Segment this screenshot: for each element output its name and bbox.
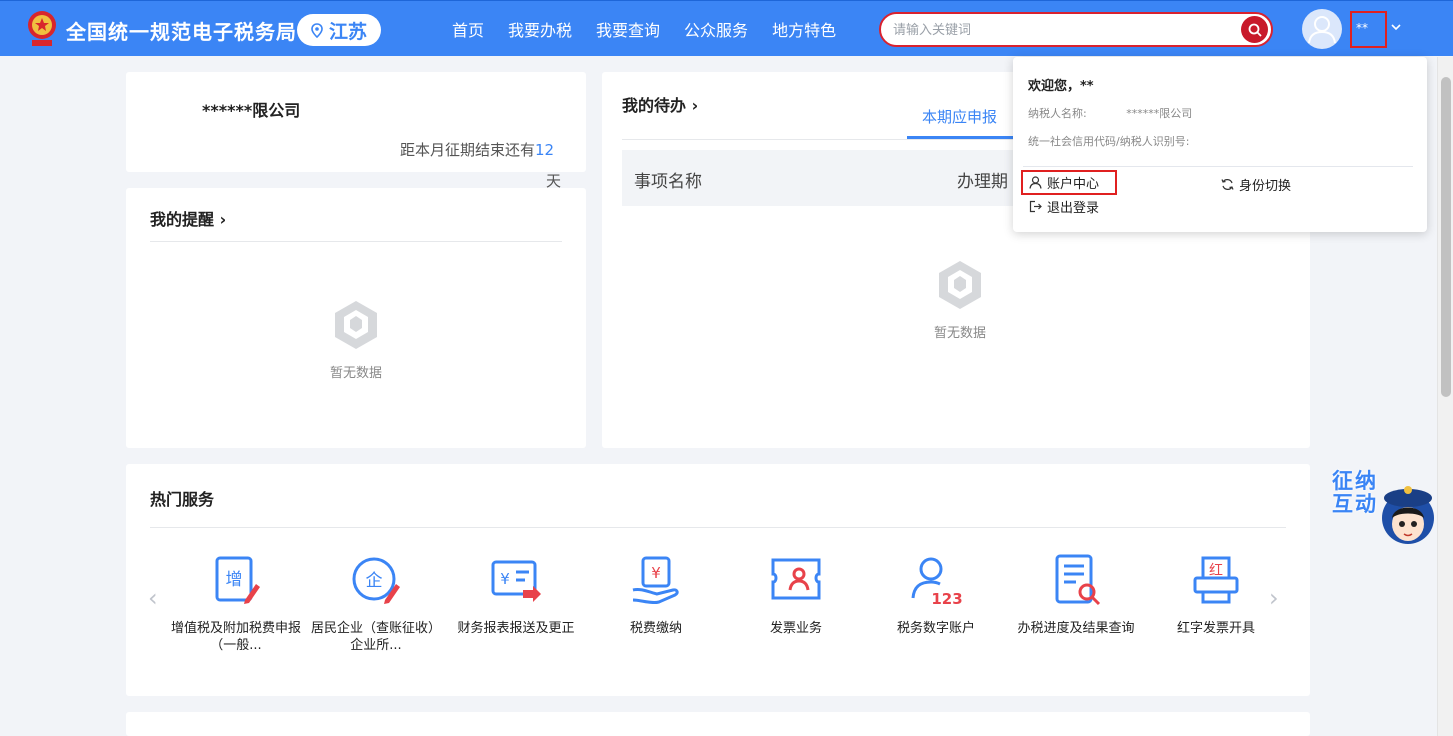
user-avatar-icon bbox=[1308, 16, 1336, 44]
region-label: 江苏 bbox=[328, 20, 367, 43]
vat-declaration-icon: 增 bbox=[215, 556, 260, 604]
nav-public-service[interactable]: 公众服务 bbox=[684, 17, 748, 41]
user-icon bbox=[1029, 176, 1042, 189]
digital-account-icon: 123 bbox=[911, 557, 963, 608]
tab-current-declaration[interactable]: 本期应申报 bbox=[922, 106, 997, 127]
search-box bbox=[879, 12, 1273, 47]
deadline-prefix: 距本月征期结束还有 bbox=[400, 141, 536, 159]
column-deadline: 办理期 bbox=[957, 172, 1008, 192]
service-label: 居民企业（查账征收）企业所... bbox=[310, 621, 441, 653]
hot-services-card: 热门服务 ‹ › 增 增值税及附加税费申报（一般... 企 居民企业（查账征收）… bbox=[126, 464, 1310, 696]
taxpayer-name-row: 纳税人名称: ******限公司 bbox=[1028, 105, 1192, 121]
scrollbar-thumb[interactable] bbox=[1441, 77, 1451, 397]
chevron-down-icon[interactable] bbox=[1390, 23, 1402, 31]
nav-local-features[interactable]: 地方特色 bbox=[772, 17, 836, 41]
service-label: 税费缴纳 bbox=[629, 621, 682, 636]
empty-box-icon bbox=[335, 301, 377, 349]
page-scrollbar[interactable] bbox=[1437, 57, 1453, 736]
logout-label: 退出登录 bbox=[1047, 201, 1100, 216]
account-center-link[interactable]: 账户中心 bbox=[1021, 170, 1117, 195]
taxpayer-name-label: 纳税人名称: bbox=[1028, 107, 1087, 120]
region-selector[interactable]: 江苏 bbox=[297, 14, 381, 46]
reminders-card: 我的提醒 › 暂无数据 bbox=[126, 188, 586, 448]
service-label: 办税进度及结果查询 bbox=[1017, 621, 1135, 636]
carousel-prev-arrow[interactable]: ‹ bbox=[148, 584, 158, 612]
company-card: ******限公司 距本月征期结束还有12 bbox=[126, 72, 586, 172]
enterprise-tax-icon: 企 bbox=[352, 557, 400, 604]
red-invoice-icon: 红 bbox=[1193, 556, 1239, 604]
service-tax-payment[interactable]: ¥ 税费缴纳 bbox=[586, 554, 726, 637]
hot-services-list: 增 增值税及附加税费申报（一般... 企 居民企业（查账征收）企业所... ¥ … bbox=[166, 554, 1296, 664]
service-enterprise-tax[interactable]: 企 居民企业（查账征收）企业所... bbox=[306, 554, 446, 654]
taxpayer-name-value: ******限公司 bbox=[1126, 107, 1193, 120]
service-label: 红字发票开具 bbox=[1176, 621, 1255, 636]
top-header: 全国统一规范电子税务局 江苏 首页 我要办税 我要查询 公众服务 地方特色 ** bbox=[0, 0, 1453, 56]
reminders-empty-state: 暂无数据 bbox=[306, 298, 406, 381]
dropdown-divider bbox=[1023, 166, 1413, 167]
todo-table-header: 事项名称 办理期 bbox=[622, 150, 1022, 206]
deadline-text: 距本月征期结束还有12 bbox=[400, 139, 554, 160]
logout-link[interactable]: 退出登录 bbox=[1029, 197, 1099, 216]
service-label: 财务报表报送及更正 bbox=[457, 621, 575, 636]
empty-box-icon bbox=[939, 261, 981, 309]
service-progress-query[interactable]: 办税进度及结果查询 bbox=[1006, 554, 1146, 637]
todo-empty-state: 暂无数据 bbox=[910, 258, 1010, 341]
refresh-icon bbox=[1221, 179, 1234, 190]
svg-text:¥: ¥ bbox=[500, 570, 510, 588]
active-tab-indicator bbox=[907, 136, 1017, 139]
svg-text:¥: ¥ bbox=[651, 564, 661, 582]
todo-empty-text: 暂无数据 bbox=[933, 326, 986, 341]
service-red-invoice[interactable]: 红 红字发票开具 bbox=[1146, 554, 1286, 637]
location-pin-icon bbox=[311, 22, 323, 38]
hot-services-divider bbox=[150, 527, 1286, 528]
svg-text:企: 企 bbox=[366, 571, 383, 591]
switch-identity-link[interactable]: 身份切换 bbox=[1221, 175, 1291, 194]
user-avatar[interactable] bbox=[1302, 9, 1342, 49]
service-digital-account[interactable]: 123 税务数字账户 bbox=[866, 554, 1006, 637]
search-icon bbox=[1248, 23, 1262, 37]
financial-report-icon: ¥ bbox=[491, 560, 541, 602]
company-name: ******限公司 bbox=[202, 101, 301, 120]
service-financial-report[interactable]: ¥ 财务报表报送及更正 bbox=[446, 554, 586, 637]
service-vat-declaration[interactable]: 增 增值税及附加税费申报（一般... bbox=[166, 554, 306, 654]
chevron-right-icon: › bbox=[691, 96, 699, 115]
main-nav: 首页 我要办税 我要查询 公众服务 地方特色 bbox=[440, 1, 848, 57]
column-item-name: 事项名称 bbox=[634, 172, 702, 192]
nav-query[interactable]: 我要查询 bbox=[596, 17, 660, 41]
tax-payment-icon: ¥ bbox=[632, 556, 679, 605]
logout-icon bbox=[1029, 200, 1042, 213]
account-center-label: 账户中心 bbox=[1047, 177, 1100, 192]
tax-emblem-logo[interactable] bbox=[24, 9, 60, 49]
nav-do-tax[interactable]: 我要办税 bbox=[508, 17, 572, 41]
reminders-divider bbox=[150, 241, 562, 242]
todo-title[interactable]: 我的待办 › bbox=[622, 92, 698, 116]
search-input[interactable] bbox=[893, 20, 1223, 40]
service-label: 发票业务 bbox=[769, 621, 822, 636]
svg-text:123: 123 bbox=[931, 590, 962, 608]
search-button[interactable] bbox=[1241, 16, 1268, 43]
deadline-days: 12 bbox=[535, 141, 555, 159]
user-name-menu[interactable]: ** bbox=[1350, 11, 1387, 48]
service-invoice[interactable]: 发票业务 bbox=[726, 554, 866, 637]
nav-home[interactable]: 首页 bbox=[452, 17, 484, 41]
svg-text:增: 增 bbox=[226, 570, 243, 590]
assistant-label: 征纳互动 bbox=[1332, 469, 1378, 516]
switch-identity-label: 身份切换 bbox=[1239, 179, 1292, 194]
invoice-icon bbox=[771, 558, 821, 600]
service-label: 税务数字账户 bbox=[896, 621, 975, 636]
user-dropdown-menu: 欢迎您，** 纳税人名称: ******限公司 统一社会信用代码/纳税人识别号:… bbox=[1013, 57, 1427, 232]
site-title[interactable]: 全国统一规范电子税务局 bbox=[66, 16, 297, 45]
credit-code-label: 统一社会信用代码/纳税人识别号: bbox=[1028, 135, 1190, 148]
reminders-title-text: 我的提醒 bbox=[150, 210, 215, 229]
next-section-card bbox=[126, 712, 1310, 736]
hot-services-title: 热门服务 bbox=[150, 490, 215, 509]
welcome-text: 欢迎您，** bbox=[1028, 79, 1094, 94]
chevron-right-icon: › bbox=[219, 210, 227, 229]
reminders-empty-text: 暂无数据 bbox=[329, 366, 382, 381]
interactive-assistant-widget[interactable]: 征纳互动 bbox=[1332, 468, 1436, 564]
progress-query-icon bbox=[1055, 554, 1101, 606]
service-label: 增值税及附加税费申报（一般... bbox=[170, 621, 301, 653]
reminders-title[interactable]: 我的提醒 › bbox=[150, 206, 226, 230]
todo-title-text: 我的待办 bbox=[622, 96, 687, 115]
